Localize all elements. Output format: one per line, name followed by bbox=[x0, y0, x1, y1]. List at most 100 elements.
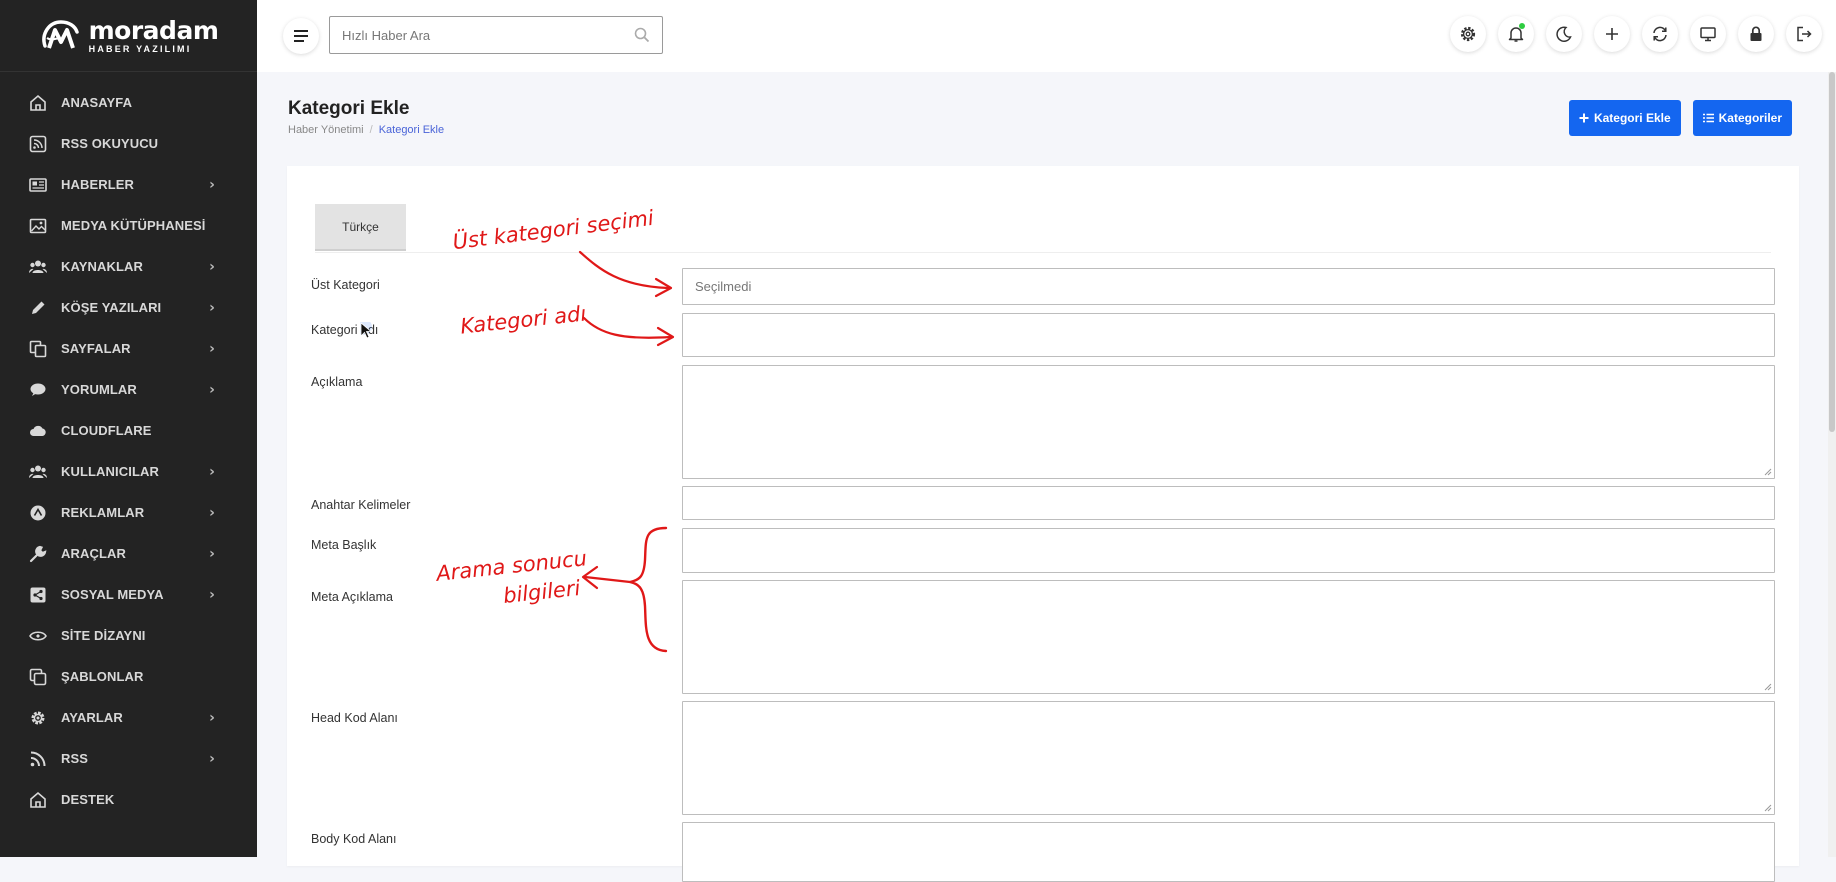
settings-button[interactable] bbox=[1450, 16, 1486, 52]
meta-title-input[interactable] bbox=[682, 528, 1775, 573]
keywords-input[interactable] bbox=[682, 486, 1775, 520]
add-category-label: Kategori Ekle bbox=[1593, 111, 1671, 125]
chevron-right-icon: › bbox=[209, 586, 215, 603]
home-icon bbox=[28, 791, 48, 809]
head-code-textarea[interactable] bbox=[682, 701, 1775, 815]
resize-grip-icon[interactable] bbox=[1763, 467, 1772, 476]
chevron-right-icon: › bbox=[209, 258, 215, 275]
brand-logo[interactable]: moradam HABER YAZILIMI bbox=[0, 0, 257, 72]
sidebar-item-sablonlar[interactable]: ŞABLONLAR bbox=[0, 656, 257, 697]
sidebar-item-sosyal-medya[interactable]: SOSYAL MEDYA › bbox=[0, 574, 257, 615]
breadcrumb-separator: / bbox=[369, 124, 373, 136]
logo-mark-icon bbox=[41, 19, 79, 49]
copy-icon bbox=[28, 668, 48, 686]
refresh-icon bbox=[1653, 26, 1667, 42]
sidebar-item-reklamlar[interactable]: REKLAMLAR › bbox=[0, 492, 257, 533]
sidebar-item-rss[interactable]: RSS › bbox=[0, 738, 257, 779]
sidebar-item-medya-kutuphanesi[interactable]: MEDYA KÜTÜPHANESİ bbox=[0, 205, 257, 246]
categories-button[interactable]: Kategoriler bbox=[1692, 100, 1792, 136]
body-code-textarea[interactable] bbox=[682, 822, 1775, 882]
logout-icon bbox=[1797, 26, 1812, 42]
resize-grip-icon[interactable] bbox=[1763, 803, 1772, 812]
brand-tagline: HABER YAZILIMI bbox=[88, 43, 192, 54]
sidebar-item-label: ŞABLONLAR bbox=[61, 669, 144, 684]
ads-icon bbox=[28, 504, 48, 522]
menu-toggle-button[interactable] bbox=[283, 18, 319, 54]
category-name-input[interactable] bbox=[682, 313, 1775, 357]
eye-icon bbox=[28, 627, 48, 645]
search-input[interactable] bbox=[330, 17, 622, 53]
sidebar-item-haberler[interactable]: HABERLER › bbox=[0, 164, 257, 205]
cloud-icon bbox=[28, 422, 48, 440]
brand-name: moradam bbox=[88, 15, 219, 45]
sidebar-item-site-dizayni[interactable]: SİTE DİZAYNI bbox=[0, 615, 257, 656]
sidebar-item-label: DESTEK bbox=[61, 792, 115, 807]
sidebar-item-cloudflare[interactable]: CLOUDFLARE bbox=[0, 410, 257, 451]
sidebar-item-label: SAYFALAR bbox=[61, 341, 131, 356]
sidebar-item-anasayfa[interactable]: ANASAYFA bbox=[0, 82, 257, 123]
users-icon bbox=[28, 463, 48, 481]
meta-description-textarea[interactable] bbox=[682, 580, 1775, 694]
sidebar-item-kaynaklar[interactable]: KAYNAKLAR › bbox=[0, 246, 257, 287]
share-icon bbox=[28, 586, 48, 604]
notifications-button[interactable] bbox=[1498, 16, 1534, 52]
head-code-label: Head Kod Alanı bbox=[311, 711, 398, 725]
list-icon bbox=[1702, 113, 1714, 123]
rss-box-icon bbox=[28, 135, 48, 153]
tab-turkce[interactable]: Türkçe bbox=[315, 204, 406, 251]
sidebar-item-yorumlar[interactable]: YORUMLAR › bbox=[0, 369, 257, 410]
sidebar-item-ayarlar[interactable]: AYARLAR › bbox=[0, 697, 257, 738]
sidebar-item-sayfalar[interactable]: SAYFALAR › bbox=[0, 328, 257, 369]
keywords-label: Anahtar Kelimeler bbox=[311, 498, 411, 512]
add-category-button[interactable]: Kategori Ekle bbox=[1568, 100, 1681, 136]
sidebar-item-label: AYARLAR bbox=[61, 710, 123, 725]
search-icon[interactable] bbox=[622, 27, 662, 43]
breadcrumb-parent[interactable]: Haber Yönetimi bbox=[288, 124, 364, 136]
chevron-right-icon: › bbox=[209, 545, 215, 562]
moon-icon bbox=[1556, 26, 1572, 42]
add-button[interactable] bbox=[1594, 16, 1630, 52]
sidebar-item-label: HABERLER bbox=[61, 177, 135, 192]
sidebar-item-label: KAYNAKLAR bbox=[61, 259, 144, 274]
sidebar-item-label: MEDYA KÜTÜPHANESİ bbox=[61, 218, 206, 233]
parent-category-select[interactable]: Seçilmedi bbox=[682, 268, 1775, 305]
lock-icon bbox=[1750, 26, 1762, 41]
logout-button[interactable] bbox=[1786, 16, 1822, 52]
chevron-right-icon: › bbox=[209, 176, 215, 193]
sidebar-item-label: ARAÇLAR bbox=[61, 546, 126, 561]
category-form-card: Türkçe Üst Kategori Seçilmedi Kategori a… bbox=[287, 166, 1799, 882]
chevron-right-icon: › bbox=[209, 750, 215, 767]
sidebar-item-label: REKLAMLAR bbox=[61, 505, 145, 520]
sidebar-item-kose-yazilari[interactable]: KÖŞE YAZILARI › bbox=[0, 287, 257, 328]
pages-icon bbox=[28, 340, 48, 358]
plus-icon bbox=[1606, 28, 1618, 40]
header-actions: Kategori Ekle Kategoriler bbox=[1568, 100, 1792, 136]
monitor-icon bbox=[1700, 27, 1716, 42]
sidebar-item-destek[interactable]: DESTEK bbox=[0, 779, 257, 820]
chevron-right-icon: › bbox=[209, 381, 215, 398]
parent-category-label: Üst Kategori bbox=[311, 278, 380, 292]
resize-grip-icon[interactable] bbox=[1763, 682, 1772, 691]
page-scrollbar[interactable] bbox=[1828, 72, 1836, 857]
users-icon bbox=[28, 258, 48, 276]
chevron-right-icon: › bbox=[209, 709, 215, 726]
sidebar-item-kullanicilar[interactable]: KULLANICILAR › bbox=[0, 451, 257, 492]
home-icon bbox=[28, 94, 48, 112]
chevron-right-icon: › bbox=[209, 340, 215, 357]
wrench-icon bbox=[28, 545, 48, 563]
sidebar-item-rss-okuyucu[interactable]: RSS OKUYUCU bbox=[0, 123, 257, 164]
gear-icon bbox=[1460, 26, 1476, 42]
scrollbar-thumb[interactable] bbox=[1829, 72, 1835, 432]
rss-icon bbox=[28, 750, 48, 768]
description-textarea[interactable] bbox=[682, 365, 1775, 479]
sidebar-item-label: SOSYAL MEDYA bbox=[61, 587, 164, 602]
refresh-button[interactable] bbox=[1642, 16, 1678, 52]
sidebar-item-araclar[interactable]: ARAÇLAR › bbox=[0, 533, 257, 574]
view-site-button[interactable] bbox=[1690, 16, 1726, 52]
lock-button[interactable] bbox=[1738, 16, 1774, 52]
meta-title-label: Meta Başlık bbox=[311, 538, 377, 552]
dark-mode-button[interactable] bbox=[1546, 16, 1582, 52]
sidebar-item-label: YORUMLAR bbox=[61, 382, 137, 397]
chevron-right-icon: › bbox=[209, 504, 215, 521]
chevron-right-icon: › bbox=[209, 299, 215, 316]
